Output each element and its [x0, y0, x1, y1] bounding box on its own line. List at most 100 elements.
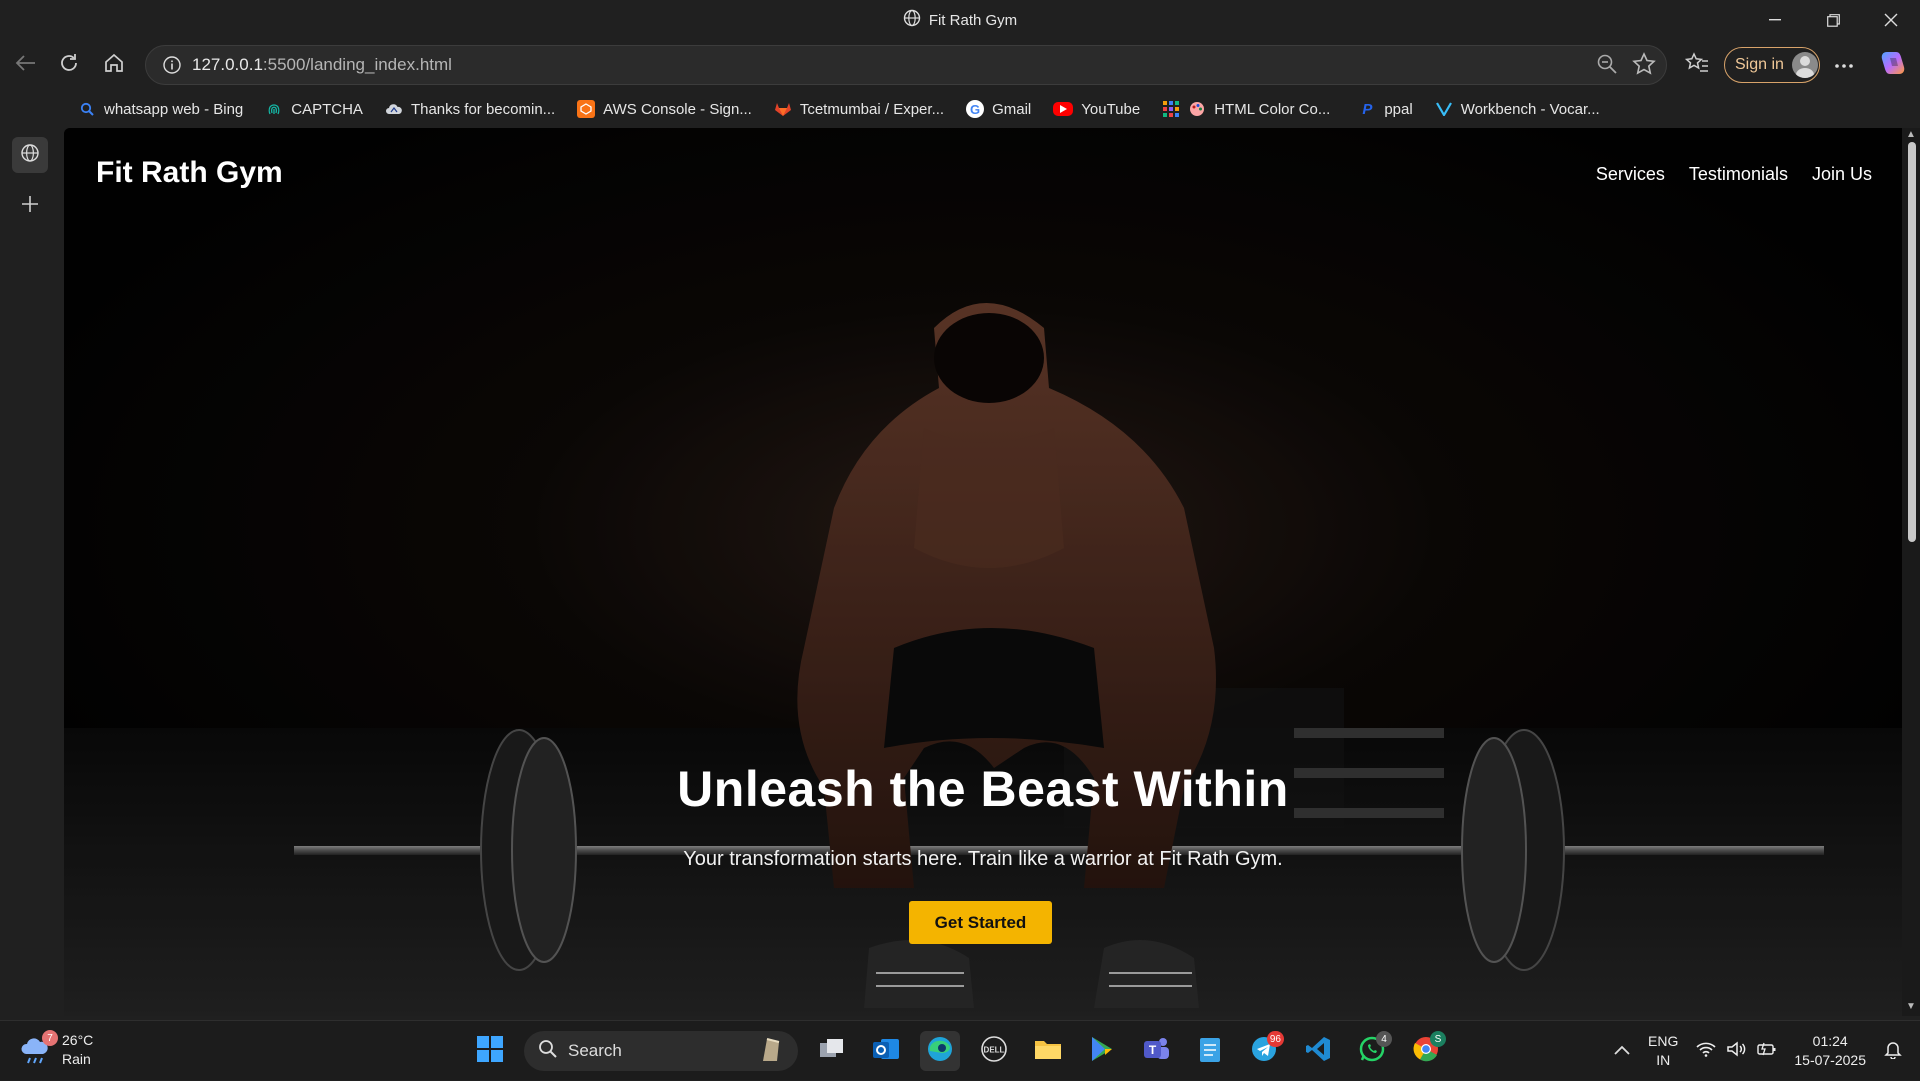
start-button[interactable]	[470, 1031, 510, 1071]
svg-text:DELL: DELL	[984, 1045, 1005, 1054]
scrollbar-thumb[interactable]	[1908, 142, 1916, 542]
task-view-button[interactable]	[812, 1031, 852, 1071]
globe-icon	[903, 9, 921, 31]
hero-headline: Unleash the Beast Within	[677, 761, 1289, 817]
bookmark-grid[interactable]	[1162, 100, 1180, 118]
more-icon	[1834, 56, 1854, 74]
search-highlight-icon	[758, 1035, 784, 1068]
teams-app[interactable]: T	[1136, 1031, 1176, 1071]
taskbar-search[interactable]: Search	[524, 1031, 798, 1071]
url-text[interactable]: 127.0.0.1:5500/landing_index.html	[192, 55, 452, 75]
clock-time: 01:24	[1812, 1033, 1848, 1049]
notepad-icon	[1198, 1035, 1222, 1068]
favorite-star-icon[interactable]	[1632, 51, 1656, 81]
bookmark-ppal[interactable]: P ppal	[1358, 100, 1412, 118]
scroll-up-icon[interactable]: ▲	[1906, 130, 1916, 140]
browser-toolbar: 127.0.0.1:5500/landing_index.html Sign i…	[0, 40, 1920, 90]
get-started-button[interactable]: Get Started	[909, 901, 1052, 944]
new-tab-button[interactable]	[12, 188, 48, 224]
edge-app[interactable]	[920, 1031, 960, 1071]
vocareum-icon	[1435, 100, 1453, 118]
window-title-bar: Fit Rath Gym	[0, 0, 1920, 40]
whatsapp-badge: 4	[1376, 1031, 1392, 1047]
nav-link-testimonials[interactable]: Testimonials	[1689, 164, 1788, 185]
home-button[interactable]	[97, 48, 131, 82]
bookmark-label: Thanks for becomin...	[410, 100, 556, 118]
more-options-button[interactable]	[1827, 48, 1861, 82]
plus-icon	[21, 195, 39, 218]
notification-bell-icon[interactable]	[1884, 1039, 1902, 1064]
aws-icon	[577, 100, 596, 118]
bookmark-thanks-for-becoming[interactable]: Thanks for becomin...	[385, 100, 555, 118]
bookmark-label: ppal	[1384, 100, 1413, 118]
bookmark-whatsapp-web-bing[interactable]: whatsapp web - Bing	[78, 100, 243, 118]
cloud-icon	[385, 100, 403, 118]
close-button[interactable]	[1862, 0, 1920, 40]
window-title: Fit Rath Gym	[0, 0, 1920, 40]
bookmark-aws-console[interactable]: AWS Console - Sign...	[577, 100, 752, 118]
scroll-down-icon[interactable]: ▼	[1906, 1002, 1916, 1012]
minimize-button[interactable]	[1746, 0, 1804, 40]
volume-icon	[1726, 1040, 1746, 1062]
google-icon: G	[966, 100, 985, 118]
grid-icon	[1162, 100, 1180, 118]
chrome-app[interactable]: S	[1406, 1031, 1446, 1071]
search-icon	[538, 1039, 558, 1064]
copilot-button[interactable]	[1876, 48, 1910, 82]
bookmark-tcetmumbai[interactable]: Tcetmumbai / Exper...	[774, 100, 944, 118]
refresh-button[interactable]	[52, 48, 86, 82]
site-logo[interactable]: Fit Rath Gym	[96, 156, 283, 190]
search-icon	[78, 100, 96, 118]
bookmark-captcha[interactable]: CAPTCHA	[265, 100, 363, 118]
bookmark-gmail[interactable]: G Gmail	[966, 100, 1031, 118]
bookmark-label: Tcetmumbai / Exper...	[799, 100, 945, 118]
favorites-icon	[1684, 51, 1709, 79]
task-view-icon	[818, 1037, 846, 1066]
dell-icon: DELL	[980, 1035, 1008, 1068]
restore-button[interactable]	[1804, 0, 1862, 40]
weather-desc: Rain	[62, 1051, 91, 1067]
site-navbar: Fit Rath Gym Services Testimonials Join …	[64, 128, 1902, 218]
search-label: Search	[568, 1041, 622, 1060]
play-store-app[interactable]	[1082, 1031, 1122, 1071]
nav-link-join-us[interactable]: Join Us	[1812, 164, 1872, 185]
back-button[interactable]	[8, 48, 42, 82]
window-controls	[1746, 0, 1920, 40]
outlook-app[interactable]	[866, 1031, 906, 1071]
bookmarks-bar: whatsapp web - Bing CAPTCHA Thanks for b…	[0, 90, 1920, 128]
lang-primary: ENG	[1648, 1033, 1679, 1049]
language-indicator[interactable]: ENG IN	[1648, 1032, 1678, 1070]
bookmark-label: Gmail	[992, 100, 1032, 118]
weather-widget[interactable]: 7 26°C Rain	[20, 1030, 93, 1069]
quick-settings[interactable]	[1696, 1040, 1776, 1062]
paypal-icon: P	[1362, 100, 1373, 118]
vscode-app[interactable]	[1298, 1031, 1338, 1071]
vertical-tab-strip	[0, 90, 64, 1020]
clock[interactable]: 01:24 15-07-2025	[1794, 1032, 1866, 1070]
weather-alert-badge: 7	[42, 1030, 58, 1046]
bookmark-html-color-codes[interactable]: HTML Color Co...	[1188, 100, 1330, 118]
chevron-up-icon[interactable]	[1614, 1042, 1630, 1060]
nav-link-services[interactable]: Services	[1596, 164, 1665, 185]
taskbar-apps: Search DELL T 96 4 S	[470, 1029, 1446, 1073]
tab-active-fit-rath-gym[interactable]	[12, 137, 48, 173]
whatsapp-app[interactable]: 4	[1352, 1031, 1392, 1071]
bookmark-label: YouTube	[1081, 100, 1141, 118]
chrome-profile-badge: S	[1430, 1031, 1446, 1047]
refresh-icon	[58, 52, 80, 79]
site-info-icon[interactable]	[152, 45, 192, 85]
notepad-app[interactable]	[1190, 1031, 1230, 1071]
dell-app[interactable]: DELL	[974, 1031, 1014, 1071]
page-scrollbar[interactable]: ▲ ▼	[1902, 128, 1920, 1016]
favorites-button[interactable]	[1680, 48, 1714, 82]
zoom-out-icon[interactable]	[1596, 53, 1618, 80]
file-explorer-app[interactable]	[1028, 1031, 1068, 1071]
sign-in-button[interactable]: Sign in	[1724, 47, 1820, 83]
battery-icon	[1756, 1041, 1776, 1062]
url-path: :5500/landing_index.html	[262, 55, 452, 74]
bookmark-label: CAPTCHA	[291, 100, 363, 118]
telegram-app[interactable]: 96	[1244, 1031, 1284, 1071]
bookmark-workbench-vocareum[interactable]: Workbench - Vocar...	[1435, 100, 1600, 118]
address-bar[interactable]: 127.0.0.1:5500/landing_index.html	[145, 45, 1667, 85]
bookmark-youtube[interactable]: YouTube	[1053, 101, 1140, 118]
